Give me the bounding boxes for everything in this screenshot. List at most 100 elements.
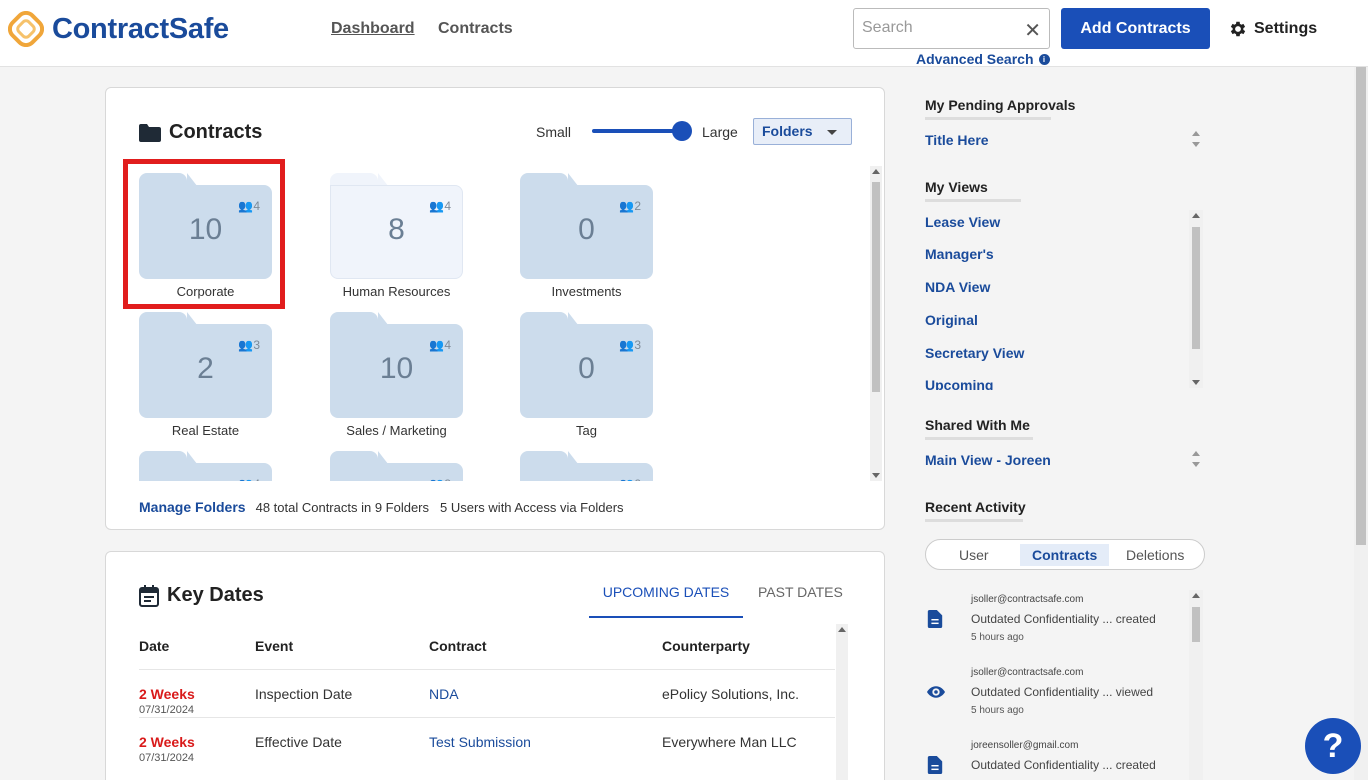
view-item-original[interactable]: Original bbox=[925, 312, 978, 328]
logo-icon bbox=[8, 11, 44, 47]
contracts-title-text: Contracts bbox=[169, 121, 263, 143]
activity-scrollbar[interactable] bbox=[1189, 590, 1203, 780]
users-icon: 👥 bbox=[619, 477, 634, 481]
contract-link[interactable]: NDA bbox=[429, 686, 459, 702]
folder-item[interactable]: 👥2 bbox=[507, 444, 657, 481]
view-item-secretary[interactable]: Secretary View bbox=[925, 345, 1024, 361]
key-dates-title: Key Dates bbox=[139, 584, 264, 607]
manage-folders-link[interactable]: Manage Folders bbox=[139, 499, 246, 515]
scroll-up-icon[interactable] bbox=[1192, 213, 1200, 218]
activity-time: 5 hours ago bbox=[971, 705, 1024, 716]
activity-user: jsoller@contractsafe.com bbox=[971, 594, 1084, 605]
search-input[interactable] bbox=[854, 9, 1014, 47]
nav-contracts[interactable]: Contracts bbox=[438, 20, 513, 38]
folder-count: 10 bbox=[379, 352, 414, 385]
users-icon: 👥 bbox=[429, 338, 445, 352]
folder-name: Investments bbox=[551, 284, 622, 299]
shared-view-item[interactable]: Main View - Joreen bbox=[925, 452, 1051, 468]
selected-folder-highlight bbox=[123, 159, 285, 309]
page-scrollbar[interactable] bbox=[1354, 67, 1368, 780]
folder-name: Sales / Marketing bbox=[346, 423, 447, 438]
key-dates-scrollbar[interactable] bbox=[836, 624, 848, 780]
info-icon[interactable]: i bbox=[1038, 53, 1050, 65]
pending-approvals-scroll[interactable] bbox=[1190, 129, 1202, 149]
users-icon: 👥 bbox=[238, 338, 254, 352]
my-views-scrollbar[interactable] bbox=[1189, 210, 1203, 388]
tab-past-dates[interactable]: PAST DATES bbox=[758, 574, 843, 610]
scroll-down-icon[interactable] bbox=[872, 473, 880, 478]
tab-upcoming-dates[interactable]: UPCOMING DATES bbox=[589, 574, 743, 618]
size-slider-handle[interactable] bbox=[672, 121, 692, 141]
document-icon bbox=[927, 610, 943, 628]
counterparty-cell: Everywhere Man LLC bbox=[662, 734, 797, 750]
tab-contracts[interactable]: Contracts bbox=[1020, 544, 1110, 566]
folder-investments[interactable]: 0 👥 2 Investments bbox=[507, 166, 657, 299]
advanced-search-label: Advanced Search bbox=[916, 51, 1034, 67]
nav-dashboard[interactable]: Dashboard bbox=[331, 20, 415, 38]
settings-button[interactable]: Settings bbox=[1228, 19, 1317, 39]
folder-shape: 👥3 bbox=[330, 451, 463, 481]
column-header-counterparty[interactable]: Counterparty bbox=[662, 638, 750, 654]
view-item-lease[interactable]: Lease View bbox=[925, 214, 1000, 230]
pending-approvals-heading: My Pending Approvals bbox=[925, 97, 1076, 113]
scrollbar-thumb[interactable] bbox=[1192, 607, 1200, 642]
folder-users: 👥3 bbox=[619, 338, 641, 352]
page-scrollbar-thumb[interactable] bbox=[1356, 67, 1366, 545]
view-mode-value: Folders bbox=[762, 123, 813, 139]
total-contracts-stat: 48 total Contracts in 9 Folders bbox=[255, 500, 430, 515]
help-button[interactable]: ? bbox=[1305, 718, 1361, 774]
column-header-event[interactable]: Event bbox=[255, 638, 293, 654]
column-header-contract[interactable]: Contract bbox=[429, 638, 487, 654]
folder-item[interactable]: 👥3 bbox=[317, 444, 467, 481]
activity-item[interactable]: joreensoller@gmail.com Outdated Confiden… bbox=[925, 736, 1187, 780]
folder-item[interactable]: 👥4 bbox=[126, 444, 276, 481]
contract-link[interactable]: Test Submission bbox=[429, 734, 531, 750]
activity-item[interactable]: jsoller@contractsafe.com Outdated Confid… bbox=[925, 663, 1187, 736]
activity-item[interactable]: jsoller@contractsafe.com Outdated Confid… bbox=[925, 590, 1187, 663]
pending-approval-item[interactable]: Title Here bbox=[925, 132, 989, 148]
scrollbar-thumb[interactable] bbox=[872, 182, 880, 392]
scroll-down-icon[interactable] bbox=[1192, 380, 1200, 385]
heading-underline bbox=[925, 199, 1021, 202]
folder-scrollbar[interactable] bbox=[870, 166, 882, 481]
due-date: 07/31/2024 bbox=[139, 752, 195, 764]
folder-count: 0 bbox=[578, 213, 595, 246]
close-icon[interactable]: ✕ bbox=[1024, 18, 1041, 43]
tab-user[interactable]: User bbox=[959, 547, 989, 563]
document-icon bbox=[927, 756, 943, 774]
activity-time: 5 hours ago bbox=[971, 632, 1024, 643]
view-mode-dropdown[interactable]: Folders bbox=[753, 118, 852, 145]
settings-label: Settings bbox=[1254, 20, 1318, 37]
folder-real-estate[interactable]: 2 👥 3 Real Estate bbox=[126, 305, 276, 438]
folder-tag[interactable]: 0 👥 3 Tag bbox=[507, 305, 657, 438]
folder-name: Human Resources bbox=[342, 284, 451, 299]
scroll-up-icon[interactable] bbox=[838, 627, 846, 632]
scroll-up-icon[interactable] bbox=[872, 169, 880, 174]
scrollbar-thumb[interactable] bbox=[1192, 227, 1200, 349]
heading-underline bbox=[925, 519, 1023, 522]
size-small-label: Small bbox=[536, 124, 572, 140]
folder-sales-marketing[interactable]: 10 👥 4 Sales / Marketing bbox=[317, 305, 467, 438]
logo[interactable]: ContractSafe bbox=[8, 11, 229, 47]
gear-icon bbox=[1230, 21, 1246, 37]
advanced-search-link[interactable]: Advanced Search i bbox=[916, 51, 1050, 67]
folder-users: 👥4 bbox=[238, 477, 260, 481]
view-item-managers[interactable]: Manager's bbox=[925, 246, 994, 262]
view-item-upcoming[interactable]: Upcoming bbox=[925, 377, 993, 390]
shared-scroll[interactable] bbox=[1190, 449, 1202, 469]
eye-icon bbox=[927, 686, 945, 698]
counterparty-cell: ePolicy Solutions, Inc. bbox=[662, 686, 799, 702]
users-icon: 👥 bbox=[619, 338, 635, 352]
top-header: ContractSafe Dashboard Contracts ✕ Advan… bbox=[0, 0, 1368, 67]
folder-human-resources[interactable]: 8 👥 4 Human Resources bbox=[317, 166, 467, 299]
add-contracts-button[interactable]: Add Contracts bbox=[1061, 8, 1210, 49]
view-item-nda[interactable]: NDA View bbox=[925, 279, 990, 295]
scroll-up-icon[interactable] bbox=[1192, 593, 1200, 598]
due-label: 2 Weeks bbox=[139, 686, 195, 702]
users-icon: 👥 bbox=[429, 477, 444, 481]
users-icon: 👥 bbox=[619, 199, 635, 213]
key-dates-card: Key Dates UPCOMING DATES PAST DATES Date… bbox=[105, 551, 885, 780]
folder-users: 👥4 bbox=[429, 199, 451, 213]
column-header-date[interactable]: Date bbox=[139, 638, 169, 654]
tab-deletions[interactable]: Deletions bbox=[1126, 547, 1184, 563]
